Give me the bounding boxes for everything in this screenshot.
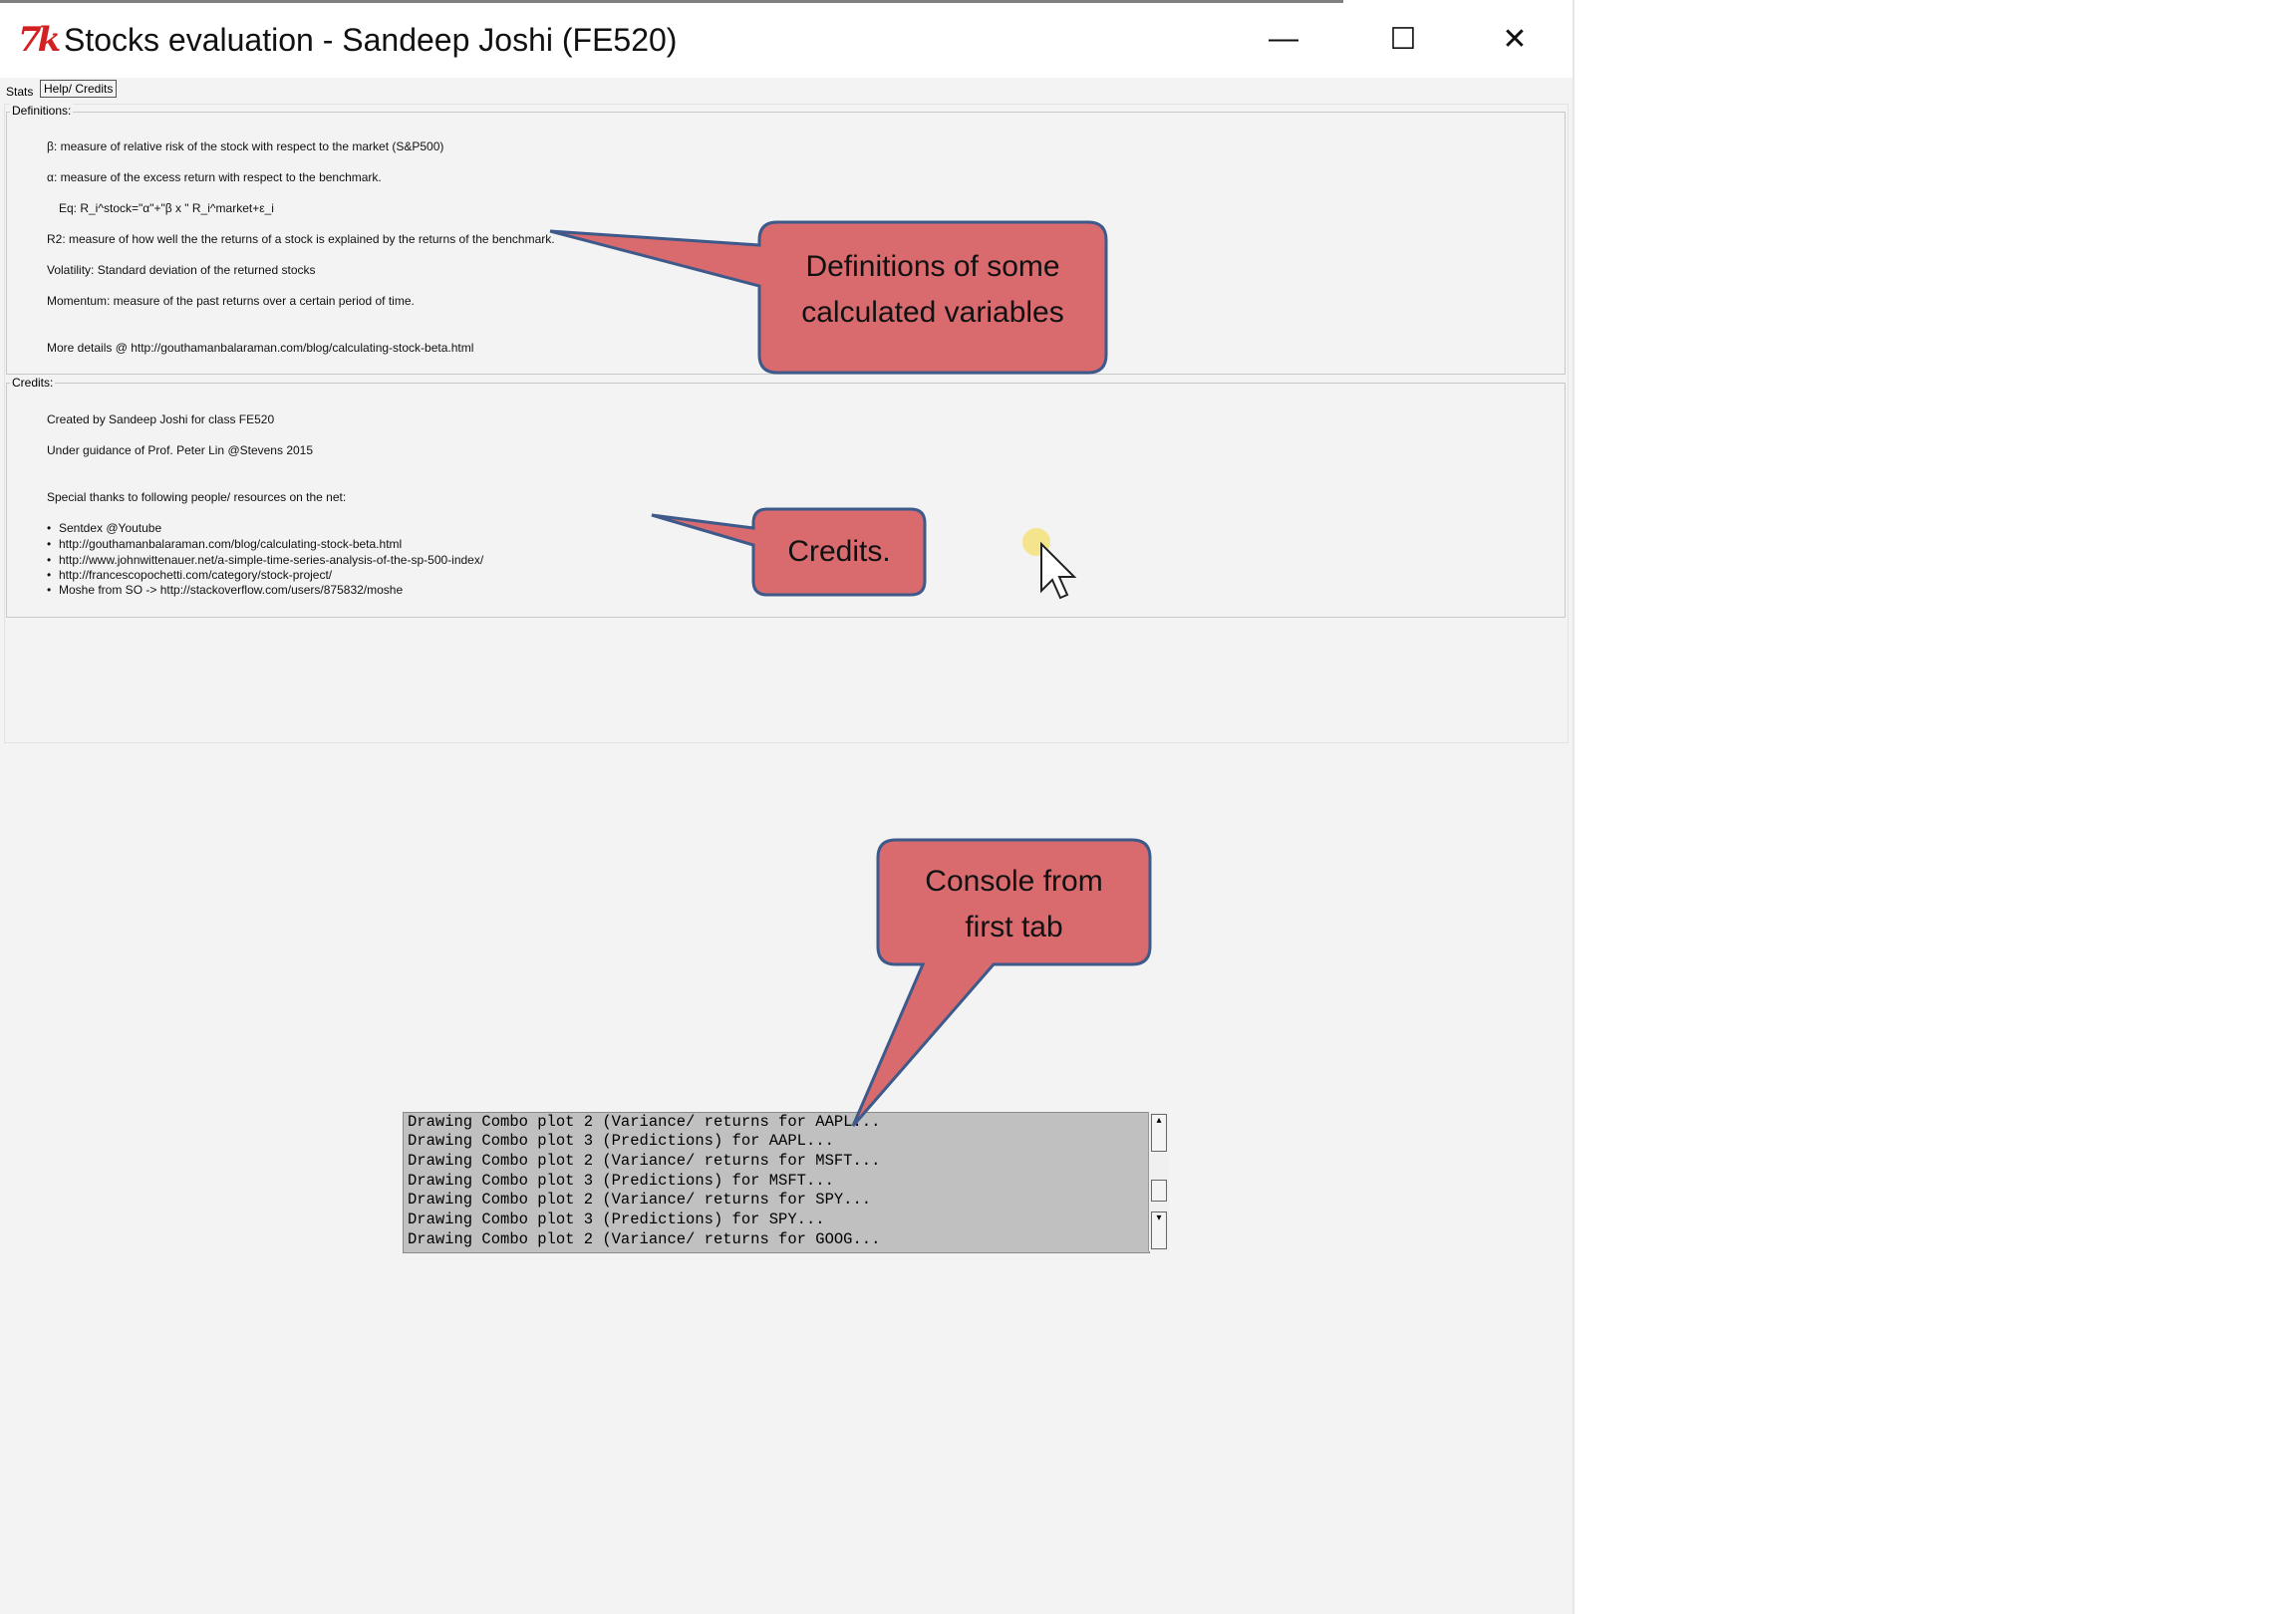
callout-console-line: Console from <box>925 865 1103 898</box>
bullet-icon: • <box>47 553 52 567</box>
console-line: Drawing Combo plot 2 (Variance/ returns … <box>408 1191 872 1209</box>
console-line: Drawing Combo plot 2 (Variance/ returns … <box>408 1113 881 1131</box>
credits-bullet-item: http://www.johnwittenauer.net/a-simple-t… <box>59 553 484 567</box>
callout-credits-line: Credits. <box>787 535 891 568</box>
console-line: Drawing Combo plot 3 (Predictions) for S… <box>408 1210 825 1228</box>
credits-bullet-item: Moshe from SO -> http://stackoverflow.co… <box>59 583 404 597</box>
close-icon: ✕ <box>1502 22 1528 56</box>
credits-bullet-item: http://gouthamanbalaraman.com/blog/calcu… <box>59 537 403 551</box>
definition-equation: Eq: R_i^stock="α"+"β x " R_i^market+ε_i <box>59 201 274 215</box>
definition-momentum: Momentum: measure of the past returns ov… <box>47 294 415 308</box>
callout-console-text: Console from first tab <box>878 859 1150 950</box>
scroll-thumb[interactable] <box>1151 1180 1167 1202</box>
tab-stats[interactable]: Stats <box>6 82 33 102</box>
bullet-icon: • <box>47 568 52 582</box>
bullet-icon: • <box>47 521 52 535</box>
console-scrollbar[interactable]: ▴ ▾ <box>1148 1112 1169 1251</box>
callout-definitions-text: Definitions of some calculated variables <box>759 244 1106 336</box>
definition-volatility: Volatility: Standard deviation of the re… <box>47 263 316 277</box>
title-bar-top-line <box>0 0 1343 3</box>
console-line: Drawing Combo plot 2 (Variance/ returns … <box>408 1230 881 1248</box>
console-line: Drawing Combo plot 3 (Predictions) for M… <box>408 1172 834 1190</box>
credits-bullet-item: http://francescopochetti.com/category/st… <box>59 568 333 582</box>
arrow-down-icon: ▾ <box>1156 1212 1162 1223</box>
console-line: Drawing Combo plot 2 (Variance/ returns … <box>408 1152 881 1170</box>
console-line: Drawing Combo plot 3 (Predictions) for A… <box>408 1132 834 1150</box>
credits-bullet-item: Sentdex @Youtube <box>59 521 162 535</box>
arrow-up-icon: ▴ <box>1156 1115 1162 1126</box>
callout-definitions-line: Definitions of some <box>805 250 1060 283</box>
bullet-icon: • <box>47 537 52 551</box>
window-title: Stocks evaluation - Sandeep Joshi (FE520… <box>64 22 678 58</box>
tab-help-credits[interactable]: Help/ Credits <box>40 80 118 98</box>
scroll-up-button[interactable]: ▴ <box>1151 1114 1167 1152</box>
scroll-down-button[interactable]: ▾ <box>1151 1211 1167 1249</box>
definitions-label: Definitions: <box>10 104 74 118</box>
credits-created-by: Created by Sandeep Joshi for class FE520 <box>47 412 275 426</box>
close-button[interactable]: ✕ <box>1455 0 1575 78</box>
title-bar[interactable]: 7k Stocks evaluation - Sandeep Joshi (FE… <box>0 0 1573 78</box>
tk-feather-icon: 7k <box>18 20 61 60</box>
callout-credits-text: Credits. <box>753 529 925 575</box>
minimize-icon: — <box>1269 22 1298 55</box>
minimize-button[interactable]: — <box>1224 0 1343 78</box>
credits-label: Credits: <box>10 376 56 390</box>
app-window: 7k Stocks evaluation - Sandeep Joshi (FE… <box>0 0 1575 1614</box>
maximize-icon: ☐ <box>1389 22 1417 56</box>
maximize-button[interactable]: ☐ <box>1343 0 1463 78</box>
bullet-icon: • <box>47 583 52 597</box>
credits-thanks-heading: Special thanks to following people/ reso… <box>47 490 347 504</box>
console-output[interactable]: Drawing Combo plot 2 (Variance/ returns … <box>403 1112 1150 1253</box>
credits-guidance: Under guidance of Prof. Peter Lin @Steve… <box>47 443 314 457</box>
definition-alpha: α: measure of the excess return with res… <box>47 170 382 184</box>
definition-r2: R2: measure of how well the the returns … <box>47 232 555 246</box>
definition-beta: β: measure of relative risk of the stock… <box>47 139 444 153</box>
definition-more-details: More details @ http://gouthamanbalaraman… <box>47 341 474 355</box>
callout-definitions-line: calculated variables <box>801 296 1064 329</box>
callout-console-line: first tab <box>965 911 1063 943</box>
